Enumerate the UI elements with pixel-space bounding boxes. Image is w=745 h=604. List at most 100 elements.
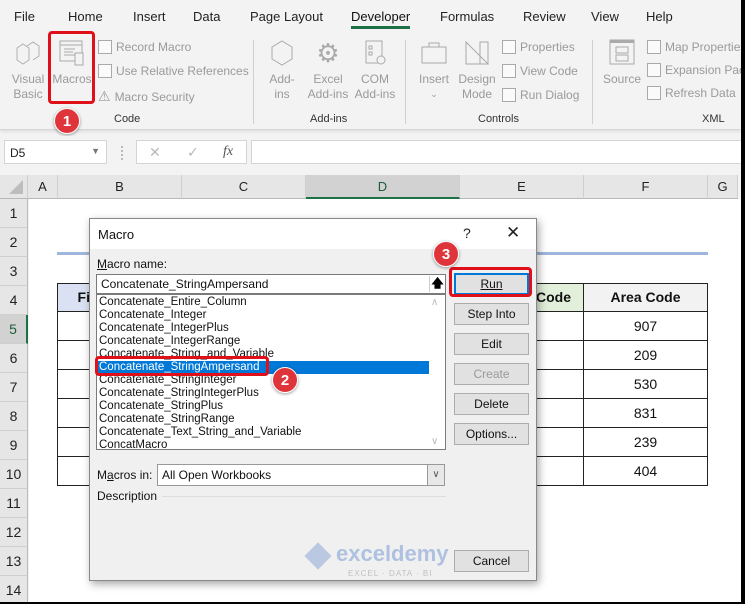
insert-function-icon[interactable]: fx <box>223 144 233 160</box>
table-cell-area-code[interactable]: 530 <box>583 370 708 399</box>
options-button[interactable]: Options... <box>454 423 529 445</box>
table-cell-e[interactable] <box>530 312 584 341</box>
table-cell-e[interactable] <box>530 428 584 457</box>
table-cell-area-code[interactable]: 239 <box>583 428 708 457</box>
name-box[interactable]: D5 ▼ <box>4 140 107 164</box>
formula-input[interactable] <box>251 140 741 164</box>
table-cell-e[interactable] <box>530 457 584 486</box>
cancel-icon[interactable]: ✕ <box>149 144 161 161</box>
edit-button[interactable]: Edit <box>454 333 529 355</box>
tab-file[interactable]: File <box>14 9 35 24</box>
column-header-e[interactable]: E <box>460 175 584 199</box>
table-cell-area-code[interactable]: 831 <box>583 399 708 428</box>
addins-button[interactable]: Add- ins <box>262 38 302 102</box>
list-scrollbar[interactable]: ∧ ∨ <box>428 295 445 449</box>
step-into-button[interactable]: Step Into <box>454 303 529 325</box>
check-icon[interactable]: ✓ <box>187 144 199 161</box>
row-header-3[interactable]: 3 <box>0 257 28 286</box>
row-header-7[interactable]: 7 <box>0 373 28 402</box>
macro-list-item[interactable]: Concatenate_Text_String_and_Variable <box>99 426 301 439</box>
insert-control-button[interactable]: Insert ⌄ <box>414 38 454 102</box>
table-cell-first[interactable] <box>57 312 93 341</box>
row-header-12[interactable]: 12 <box>0 518 28 547</box>
row-header-5[interactable]: 5 <box>0 315 28 344</box>
column-header-g[interactable]: G <box>708 175 738 199</box>
table-cell-first[interactable] <box>57 341 93 370</box>
visual-basic-label-2: Basic <box>13 87 43 101</box>
close-button[interactable]: ✕ <box>506 223 520 243</box>
macros-in-select[interactable]: All Open Workbooks ∨ <box>157 464 445 486</box>
tab-insert[interactable]: Insert <box>133 9 166 24</box>
record-macro-button[interactable]: Record Macro <box>98 40 191 54</box>
macro-list-item[interactable]: ConcatMacro <box>99 439 167 449</box>
design-mode-button[interactable]: Design Mode <box>456 38 498 102</box>
scroll-down-icon[interactable]: ∨ <box>431 436 438 447</box>
macro-list-item[interactable]: Concatenate_StringPlus <box>99 400 223 413</box>
column-header-c[interactable]: C <box>182 175 306 199</box>
row-header-6[interactable]: 6 <box>0 344 28 373</box>
row-header-2[interactable]: 2 <box>0 228 28 257</box>
macro-list-item[interactable]: Concatenate_Integer <box>99 309 206 322</box>
table-cell-area-code[interactable]: 404 <box>583 457 708 486</box>
table-header-area-code: Area Code <box>583 283 708 312</box>
tab-data[interactable]: Data <box>193 9 220 24</box>
expansion-packs-button[interactable]: Expansion Packs <box>647 63 741 77</box>
step2-highlight <box>95 356 269 376</box>
table-cell-area-code[interactable]: 209 <box>583 341 708 370</box>
tab-page-layout[interactable]: Page Layout <box>250 9 323 24</box>
help-button[interactable]: ? <box>463 225 471 241</box>
com-addins-button[interactable]: COM Add-ins <box>352 38 398 102</box>
table-cell-e[interactable] <box>530 341 584 370</box>
excel-addins-button[interactable]: ⚙ Excel Add-ins <box>305 38 351 102</box>
row-header-11[interactable]: 11 <box>0 489 28 518</box>
use-relative-references-button[interactable]: Use Relative References <box>98 64 249 78</box>
xml-source-button[interactable]: Source <box>600 38 644 87</box>
tab-formulas[interactable]: Formulas <box>440 9 494 24</box>
column-header-f[interactable]: F <box>584 175 708 199</box>
row-header-4[interactable]: 4 <box>0 286 28 315</box>
view-code-button[interactable]: View Code <box>502 64 578 78</box>
table-cell-e[interactable] <box>530 399 584 428</box>
row-header-14[interactable]: 14 <box>0 576 28 602</box>
create-button[interactable]: Create <box>454 363 529 385</box>
table-cell-first[interactable] <box>57 457 93 486</box>
map-properties-button[interactable]: Map Properties <box>647 40 741 54</box>
properties-button[interactable]: Properties <box>502 40 575 54</box>
scroll-up-icon[interactable]: ∧ <box>431 297 438 308</box>
row-header-8[interactable]: 8 <box>0 402 28 431</box>
run-dialog-button[interactable]: Run Dialog <box>502 88 579 102</box>
chevron-down-icon[interactable]: ▼ <box>91 146 100 156</box>
row-header-1[interactable]: 1 <box>0 199 28 228</box>
column-header-b[interactable]: B <box>58 175 182 199</box>
developer-ribbon: Visual Basic Macros Record Macro Use Rel… <box>0 31 741 130</box>
table-cell-first[interactable] <box>57 399 93 428</box>
macro-list-item[interactable]: Concatenate_StringRange <box>99 413 235 426</box>
table-cell-e[interactable] <box>530 370 584 399</box>
delete-button[interactable]: Delete <box>454 393 529 415</box>
tab-help[interactable]: Help <box>646 9 673 24</box>
macro-list-item[interactable]: Concatenate_IntegerRange <box>99 335 240 348</box>
row-header-13[interactable]: 13 <box>0 547 28 576</box>
table-cell-area-code[interactable]: 907 <box>583 312 708 341</box>
column-header-d[interactable]: D <box>306 175 460 199</box>
tab-developer[interactable]: Developer <box>351 9 411 29</box>
refresh-data-button[interactable]: Refresh Data <box>647 86 736 100</box>
arrow-up-icon[interactable]: 🡅 <box>429 276 445 292</box>
chevron-down-icon[interactable]: ∨ <box>427 465 444 485</box>
tab-home[interactable]: Home <box>68 9 103 24</box>
row-header-9[interactable]: 9 <box>0 431 28 460</box>
tab-view[interactable]: View <box>591 9 619 24</box>
select-all-corner[interactable] <box>0 175 28 199</box>
macro-list-item[interactable]: Concatenate_StringIntegerPlus <box>99 387 259 400</box>
macro-security-button[interactable]: ⚠ Macro Security <box>98 88 195 105</box>
row-header-10[interactable]: 10 <box>0 460 28 489</box>
tab-review[interactable]: Review <box>523 9 566 24</box>
macro-name-input[interactable]: Concatenate_StringAmpersand 🡅 <box>96 274 446 294</box>
visual-basic-button[interactable]: Visual Basic <box>8 38 48 102</box>
table-cell-first[interactable] <box>57 370 93 399</box>
cancel-button[interactable]: Cancel <box>454 550 529 572</box>
macro-list-item[interactable]: Concatenate_IntegerPlus <box>99 322 229 335</box>
table-cell-first[interactable] <box>57 428 93 457</box>
column-header-a[interactable]: A <box>28 175 58 199</box>
macro-list-item[interactable]: Concatenate_Entire_Column <box>99 296 247 309</box>
